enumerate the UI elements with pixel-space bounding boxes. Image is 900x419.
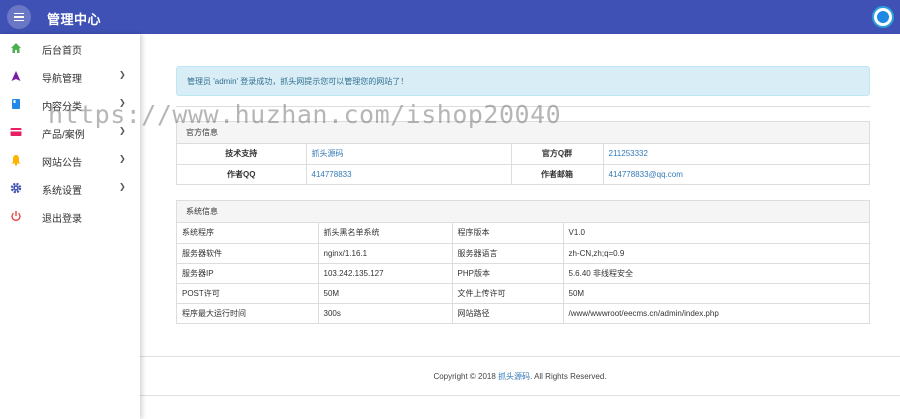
main-content: 管理员 'admin' 登录成功，抓头网提示您可以管理您的网站了！ 官方信息 技… bbox=[140, 34, 900, 419]
sidebar-item-label: 导航管理 bbox=[42, 74, 82, 85]
table-cell: 服务器语言 bbox=[452, 242, 564, 263]
table-cell: 文件上传许可 bbox=[452, 282, 564, 303]
gear-icon bbox=[10, 182, 22, 194]
table-cell: 300s bbox=[318, 302, 453, 323]
sidebar-item-categories[interactable]: 内容分类 ❯ bbox=[0, 90, 140, 118]
support-link[interactable]: 抓头源码 bbox=[306, 144, 512, 164]
logo-icon bbox=[877, 11, 889, 23]
footer-brand-link[interactable]: 抓头源码 bbox=[498, 371, 530, 382]
table-cell: POST许可 bbox=[177, 282, 319, 303]
system-info-panel: 系统信息 系统程序 抓头黑名单系统 程序版本 V1.0 服务器软件 nginx/… bbox=[176, 200, 870, 324]
table-row: 系统程序 抓头黑名单系统 程序版本 V1.0 bbox=[177, 223, 869, 243]
table-cell: 程序版本 bbox=[452, 223, 564, 243]
table-cell: 系统程序 bbox=[177, 223, 319, 243]
table-cell: 103.242.135.127 bbox=[318, 262, 453, 283]
table-cell: 技术支持 bbox=[177, 144, 307, 164]
table-cell: zh-CN,zh;q=0.9 bbox=[563, 242, 869, 263]
home-icon bbox=[10, 42, 22, 54]
top-app-bar: 管理中心 bbox=[0, 0, 900, 34]
official-info-table: 技术支持 抓头源码 官方Q群 211253332 作者QQ 414778833 … bbox=[177, 144, 869, 184]
table-row: 技术支持 抓头源码 官方Q群 211253332 bbox=[177, 144, 869, 164]
copyright-text: Copyright © 2018 bbox=[433, 371, 499, 381]
table-row: 作者QQ 414778833 作者邮箱 414778833@qq.com bbox=[177, 163, 869, 184]
author-email-link[interactable]: 414778833@qq.com bbox=[603, 163, 869, 184]
sidebar-item-navigation[interactable]: 导航管理 ❯ bbox=[0, 62, 140, 90]
panel-title: 官方信息 bbox=[177, 122, 869, 144]
table-cell: 网站路径 bbox=[452, 302, 564, 323]
table-cell: 程序最大运行时间 bbox=[177, 302, 319, 323]
sidebar-item-settings[interactable]: 系统设置 ❯ bbox=[0, 174, 140, 202]
sidebar-item-label: 产品/案例 bbox=[42, 130, 85, 141]
table-row: 程序最大运行时间 300s 网站路径 /www/wwwroot/eecms.cn… bbox=[177, 302, 869, 323]
table-cell: nginx/1.16.1 bbox=[318, 242, 453, 263]
table-cell: 官方Q群 bbox=[511, 144, 604, 164]
power-icon bbox=[10, 210, 22, 222]
chevron-down-icon: ❯ bbox=[119, 154, 126, 163]
qq-group-link[interactable]: 211253332 bbox=[603, 144, 869, 164]
sidebar-item-label: 系统设置 bbox=[42, 186, 82, 197]
sidebar-item-label: 后台首页 bbox=[42, 46, 82, 57]
table-cell: 抓头黑名单系统 bbox=[318, 223, 453, 243]
sidebar-item-notices[interactable]: 网站公告 ❯ bbox=[0, 146, 140, 174]
navigation-icon bbox=[10, 70, 22, 82]
login-success-alert: 管理员 'admin' 登录成功，抓头网提示您可以管理您的网站了！ bbox=[176, 66, 870, 96]
sidebar-item-products[interactable]: 产品/案例 ❯ bbox=[0, 118, 140, 146]
divider bbox=[176, 106, 870, 107]
hamburger-icon bbox=[14, 12, 24, 15]
card-icon bbox=[10, 126, 22, 138]
table-row: 服务器软件 nginx/1.16.1 服务器语言 zh-CN,zh;q=0.9 bbox=[177, 242, 869, 263]
sidebar-item-home[interactable]: 后台首页 bbox=[0, 34, 140, 62]
avatar[interactable] bbox=[872, 6, 894, 28]
copyright-suffix: . All Rights Reserved. bbox=[530, 371, 607, 381]
alert-text: 管理员 'admin' 登录成功，抓头网提示您可以管理您的网站了！ bbox=[187, 76, 409, 86]
menu-toggle-button[interactable] bbox=[7, 5, 31, 29]
table-cell: V1.0 bbox=[568, 228, 585, 238]
table-cell: 50M bbox=[563, 282, 869, 303]
footer: Copyright © 2018 抓头源码. All Rights Reserv… bbox=[140, 356, 900, 396]
sidebar: 后台首页 导航管理 ❯ 内容分类 ❯ 产品/案例 ❯ 网站公告 ❯ 系统设置 ❯… bbox=[0, 34, 140, 419]
chevron-down-icon: ❯ bbox=[119, 70, 126, 79]
table-cell: 服务器IP bbox=[177, 262, 319, 283]
table-cell: 服务器软件 bbox=[177, 242, 319, 263]
bell-icon bbox=[10, 154, 22, 166]
official-info-panel: 官方信息 技术支持 抓头源码 官方Q群 211253332 作者QQ 41477… bbox=[176, 121, 870, 185]
table-cell: 作者邮箱 bbox=[511, 163, 604, 184]
system-info-table: 系统程序 抓头黑名单系统 程序版本 V1.0 服务器软件 nginx/1.16.… bbox=[177, 223, 869, 323]
book-icon bbox=[10, 98, 22, 110]
sidebar-item-label: 网站公告 bbox=[42, 158, 82, 169]
sidebar-item-logout[interactable]: 退出登录 bbox=[0, 202, 140, 230]
sidebar-item-label: 内容分类 bbox=[42, 102, 82, 113]
chevron-down-icon: ❯ bbox=[119, 182, 126, 191]
app-title: 管理中心 bbox=[47, 12, 102, 27]
panel-title: 系统信息 bbox=[177, 201, 869, 223]
table-cell: /www/wwwroot/eecms.cn/admin/index.php bbox=[563, 302, 869, 323]
sidebar-item-label: 退出登录 bbox=[42, 214, 82, 225]
chevron-down-icon: ❯ bbox=[119, 126, 126, 135]
table-cell: 作者QQ bbox=[177, 163, 307, 184]
table-row: POST许可 50M 文件上传许可 50M bbox=[177, 282, 869, 303]
table-cell: 5.6.40 非线程安全 bbox=[563, 262, 869, 283]
table-cell: 50M bbox=[318, 282, 453, 303]
table-row: 服务器IP 103.242.135.127 PHP版本 5.6.40 非线程安全 bbox=[177, 262, 869, 283]
author-qq-link[interactable]: 414778833 bbox=[306, 163, 512, 184]
table-cell: PHP版本 bbox=[452, 262, 564, 283]
chevron-down-icon: ❯ bbox=[119, 98, 126, 107]
